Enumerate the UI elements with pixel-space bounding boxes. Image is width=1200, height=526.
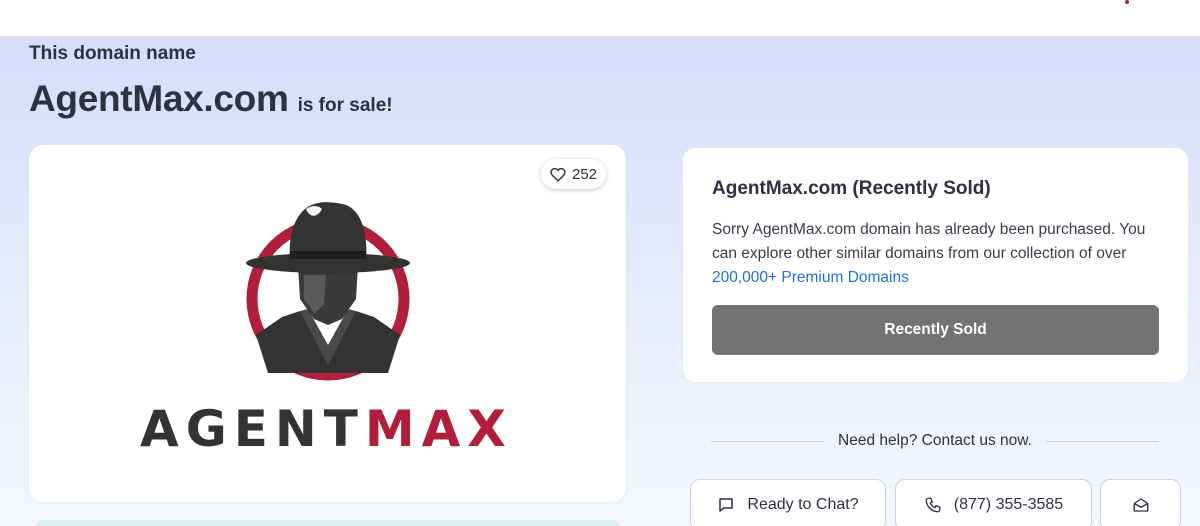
- next-card-edge: [35, 520, 620, 526]
- sold-message-text: Sorry AgentMax.com domain has already be…: [712, 221, 1146, 262]
- help-divider-right: [1046, 441, 1159, 442]
- phone-icon: [924, 496, 942, 514]
- for-sale-text: is for sale!: [297, 95, 393, 116]
- email-button[interactable]: [1100, 479, 1181, 526]
- phone-button[interactable]: (877) 355-3585: [895, 479, 1092, 526]
- envelope-open-icon: [1132, 496, 1150, 514]
- sold-card-message: Sorry AgentMax.com domain has already be…: [712, 218, 1162, 290]
- heart-icon: [550, 167, 566, 182]
- brand-wordmark: AGENTMAX: [140, 400, 520, 458]
- menu-indicator: [1125, 0, 1129, 4]
- like-count: 252: [571, 165, 598, 183]
- wordmark-max: MAX: [364, 400, 513, 458]
- help-divider-left: [711, 441, 824, 442]
- chat-button[interactable]: Ready to Chat?: [690, 479, 886, 526]
- top-bar: [0, 0, 1200, 36]
- chat-label: Ready to Chat?: [747, 496, 859, 513]
- wordmark-agent: AGENT: [140, 400, 365, 458]
- recently-sold-button: Recently Sold: [712, 305, 1159, 355]
- agent-logo-emblem: [238, 195, 418, 390]
- like-button[interactable]: 252: [541, 159, 606, 189]
- help-heading: Need help? Contact us now.: [838, 432, 1032, 449]
- eyebrow-text: This domain name: [29, 43, 196, 64]
- sold-card-title: AgentMax.com (Recently Sold): [712, 178, 991, 199]
- chat-bubble-icon: [717, 496, 735, 514]
- phone-number: (877) 355-3585: [953, 496, 1064, 513]
- premium-domains-link[interactable]: 200,000+ Premium Domains: [712, 266, 1162, 290]
- domain-title: AgentMax.com: [29, 78, 289, 119]
- page-headline: AgentMax.com is for sale!: [29, 78, 393, 120]
